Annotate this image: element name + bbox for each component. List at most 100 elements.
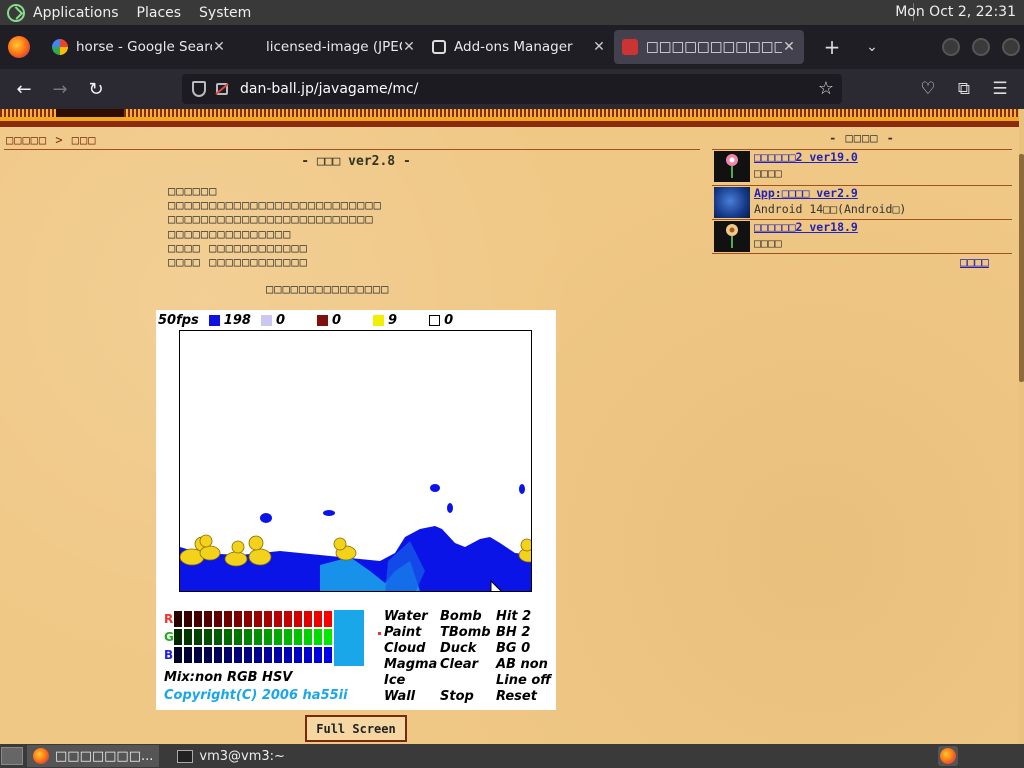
sidebar-item-powder-game-19[interactable]: □□□□□□2 ver19.0 □□□□	[712, 150, 1012, 184]
cloud-button[interactable]: Cloud	[384, 641, 440, 657]
slider-cell[interactable]	[244, 611, 252, 627]
forward-button[interactable]: →	[42, 73, 78, 105]
pocket-icon[interactable]: ♡	[913, 73, 943, 105]
distro-logo-icon[interactable]	[7, 3, 25, 22]
close-tab-icon[interactable]: ✕	[782, 39, 796, 55]
green-slider[interactable]: G	[164, 628, 334, 646]
slider-cell[interactable]	[254, 629, 262, 645]
reload-button[interactable]: ↻	[78, 73, 114, 105]
tab-licensed-image[interactable]: licensed-image (JPEG Ima ✕	[234, 30, 424, 64]
scrollbar-thumb[interactable]	[1019, 154, 1024, 382]
water-button[interactable]: Water	[384, 609, 440, 625]
slider-cell[interactable]	[234, 647, 242, 663]
slider-cell[interactable]	[264, 647, 272, 663]
system-menu[interactable]: System	[199, 5, 251, 21]
tab-google-search[interactable]: horse - Google Search ✕	[44, 30, 234, 64]
slider-cell[interactable]	[314, 629, 322, 645]
close-tab-icon[interactable]: ✕	[402, 39, 416, 55]
slider-cell[interactable]	[234, 629, 242, 645]
slider-cell[interactable]	[204, 611, 212, 627]
places-menu[interactable]: Places	[137, 5, 182, 21]
slider-cell[interactable]	[224, 611, 232, 627]
slider-cell[interactable]	[174, 629, 182, 645]
firefox-view-icon[interactable]	[8, 36, 30, 58]
slider-cell[interactable]	[304, 611, 312, 627]
slider-cell[interactable]	[194, 647, 202, 663]
workspace-firefox-icon[interactable]	[938, 746, 958, 766]
slider-cell[interactable]	[274, 629, 282, 645]
slider-cell[interactable]	[324, 629, 332, 645]
slider-cell[interactable]	[284, 611, 292, 627]
maximize-window-button[interactable]	[972, 38, 990, 56]
slider-cell[interactable]	[244, 647, 252, 663]
slider-cell[interactable]	[264, 629, 272, 645]
sidebar-item-powder-game-18[interactable]: □□□□□□2 ver18.9 □□□□	[712, 220, 1012, 254]
clear-button[interactable]: Clear	[440, 657, 496, 673]
insecure-lock-icon[interactable]	[216, 83, 228, 95]
slider-cell[interactable]	[174, 611, 182, 627]
tab-dan-ball[interactable]: □□□□□□□□□□□ ✕	[614, 30, 804, 64]
hit-button[interactable]: Hit 2	[496, 609, 556, 625]
mix-mode[interactable]: Mix:non RGB HSV	[164, 670, 292, 685]
slider-cell[interactable]	[234, 611, 242, 627]
full-screen-button[interactable]: Full Screen	[305, 715, 407, 742]
slider-cell[interactable]	[324, 647, 332, 663]
slider-cell[interactable]	[214, 647, 222, 663]
slider-cell[interactable]	[204, 647, 212, 663]
paint-button[interactable]: Paint	[378, 625, 440, 641]
close-tab-icon[interactable]: ✕	[212, 39, 226, 55]
tracking-protection-shield-icon[interactable]	[192, 81, 206, 97]
magma-button[interactable]: Magma	[384, 657, 440, 673]
slider-cell[interactable]	[184, 611, 192, 627]
bomb-button[interactable]: Bomb	[440, 609, 496, 625]
extensions-puzzle-icon[interactable]: ⧉	[949, 73, 979, 105]
clock[interactable]: Mon Oct 2, 22:31	[895, 4, 1016, 20]
slider-cell[interactable]	[314, 647, 322, 663]
red-slider[interactable]: R	[164, 610, 334, 628]
slider-cell[interactable]	[274, 611, 282, 627]
bookmark-star-icon[interactable]: ☆	[818, 78, 834, 99]
tbomb-button[interactable]: TBomb	[440, 625, 496, 641]
taskbar-terminal[interactable]: vm3@vm3:~	[171, 745, 291, 767]
slider-cell[interactable]	[184, 647, 192, 663]
slider-cell[interactable]	[304, 647, 312, 663]
slider-cell[interactable]	[184, 629, 192, 645]
slider-cell[interactable]	[274, 647, 282, 663]
slider-cell[interactable]	[214, 611, 222, 627]
slider-cell[interactable]	[174, 647, 182, 663]
slider-cell[interactable]	[294, 611, 302, 627]
slider-cell[interactable]	[284, 647, 292, 663]
duck-button[interactable]: Duck	[440, 641, 496, 657]
close-tab-icon[interactable]: ✕	[592, 39, 606, 55]
slider-cell[interactable]	[294, 647, 302, 663]
url-bar[interactable]: dan-ball.jp/javagame/mc/ ☆	[182, 74, 842, 104]
applications-menu[interactable]: Applications	[33, 5, 119, 21]
bh-button[interactable]: BH 2	[496, 625, 556, 641]
slider-cell[interactable]	[224, 629, 232, 645]
slider-cell[interactable]	[244, 629, 252, 645]
slider-cell[interactable]	[314, 611, 322, 627]
slider-cell[interactable]	[284, 629, 292, 645]
slider-cell[interactable]	[254, 647, 262, 663]
reset-button[interactable]: Reset	[496, 689, 556, 705]
more-link[interactable]: □□□□	[960, 255, 989, 269]
new-tab-button[interactable]: +	[812, 35, 852, 59]
slider-cell[interactable]	[294, 629, 302, 645]
tab-addons-manager[interactable]: Add-ons Manager ✕	[424, 30, 614, 64]
slider-cell[interactable]	[194, 629, 202, 645]
bg-button[interactable]: BG 0	[496, 641, 556, 657]
page-scrollbar[interactable]	[1019, 109, 1024, 744]
ab-button[interactable]: AB non	[496, 657, 556, 673]
sidebar-item-title[interactable]: □□□□□□2 ver18.9	[754, 220, 858, 234]
sidebar-item-title[interactable]: □□□□□□2 ver19.0	[754, 150, 858, 164]
minimize-window-button[interactable]	[942, 38, 960, 56]
slider-cell[interactable]	[204, 629, 212, 645]
slider-cell[interactable]	[304, 629, 312, 645]
slider-cell[interactable]	[214, 629, 222, 645]
rgb-sliders[interactable]: R G B	[164, 610, 334, 664]
breadcrumb[interactable]: □□□□□ > □□□	[6, 133, 96, 147]
hamburger-menu-icon[interactable]: ☰	[985, 73, 1015, 105]
wall-button[interactable]: Wall	[384, 689, 440, 705]
url-text[interactable]: dan-ball.jp/javagame/mc/	[240, 81, 418, 97]
blue-slider[interactable]: B	[164, 646, 334, 664]
